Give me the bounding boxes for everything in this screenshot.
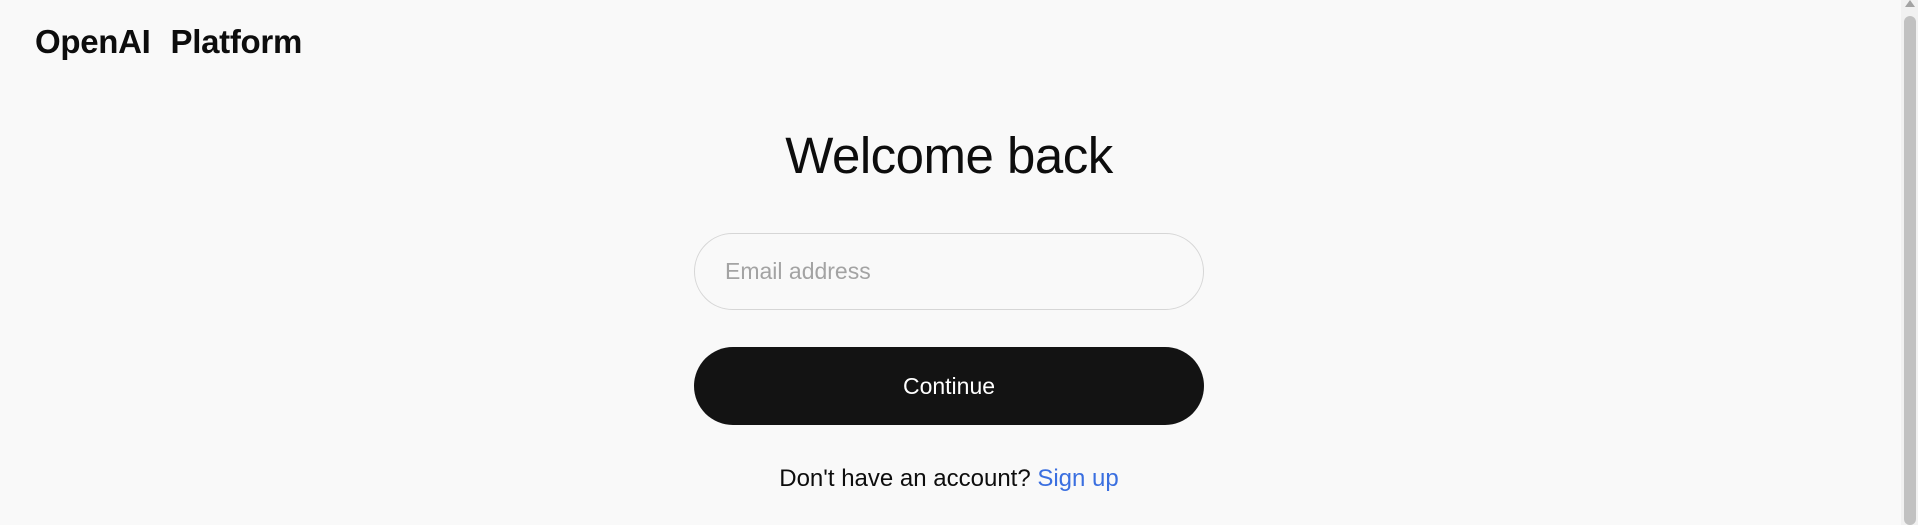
brand-product: Platform bbox=[170, 23, 303, 60]
openai-platform-logo[interactable]: OpenAI Platform bbox=[35, 20, 302, 64]
page-title: Welcome back bbox=[785, 127, 1113, 184]
login-page: OpenAI Platform Welcome back Continue Do… bbox=[0, 0, 1918, 525]
vertical-scrollbar[interactable] bbox=[1901, 0, 1918, 525]
scrollbar-thumb[interactable] bbox=[1904, 16, 1916, 525]
sign-up-link[interactable]: Sign up bbox=[1037, 465, 1118, 492]
scroll-up-arrow-icon[interactable] bbox=[1905, 0, 1915, 7]
signup-prompt: Don't have an account? bbox=[779, 465, 1038, 492]
signup-row: Don't have an account? Sign up bbox=[0, 463, 1898, 495]
continue-button[interactable]: Continue bbox=[694, 347, 1204, 425]
email-field[interactable] bbox=[694, 233, 1204, 310]
brand-name: OpenAI bbox=[35, 23, 151, 60]
